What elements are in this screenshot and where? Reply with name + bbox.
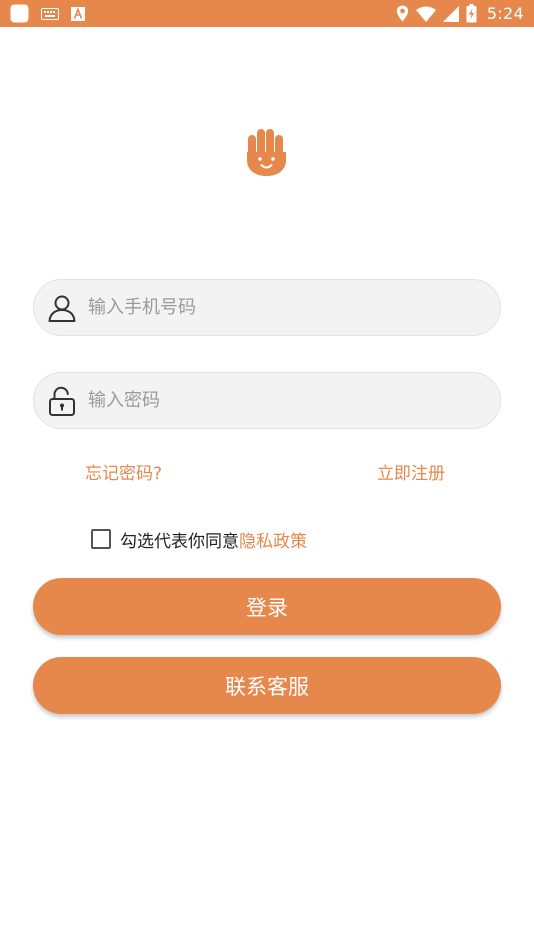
login-button[interactable]: 登录 bbox=[33, 578, 501, 635]
password-field bbox=[33, 372, 501, 429]
unlock-icon bbox=[49, 386, 75, 416]
keyboard-icon bbox=[41, 7, 59, 20]
signal-icon bbox=[442, 5, 459, 22]
password-input[interactable] bbox=[88, 373, 488, 428]
status-right-icons: 5:24 bbox=[396, 3, 524, 24]
status-time: 5:24 bbox=[486, 4, 524, 23]
username-field bbox=[33, 279, 501, 336]
privacy-agreement: 勾选代表你同意 隐私政策 bbox=[91, 527, 307, 552]
contact-support-button[interactable]: 联系客服 bbox=[33, 657, 501, 714]
privacy-policy-link[interactable]: 隐私政策 bbox=[239, 527, 307, 552]
hand-logo-icon bbox=[247, 129, 286, 176]
status-left-icons bbox=[10, 4, 85, 23]
text-a-icon bbox=[71, 6, 85, 21]
phone-number-input[interactable] bbox=[88, 280, 488, 335]
location-icon bbox=[396, 5, 409, 22]
wifi-icon bbox=[415, 6, 436, 22]
agree-checkbox[interactable] bbox=[91, 529, 111, 549]
forgot-password-link[interactable]: 忘记密码? bbox=[85, 459, 162, 484]
status-bar: 5:24 bbox=[0, 0, 534, 27]
register-link[interactable]: 立即注册 bbox=[377, 459, 445, 484]
battery-charging-icon bbox=[466, 4, 477, 23]
agreement-text: 勾选代表你同意 bbox=[120, 531, 239, 552]
user-icon bbox=[48, 295, 76, 322]
app-notification-icon bbox=[10, 4, 29, 23]
